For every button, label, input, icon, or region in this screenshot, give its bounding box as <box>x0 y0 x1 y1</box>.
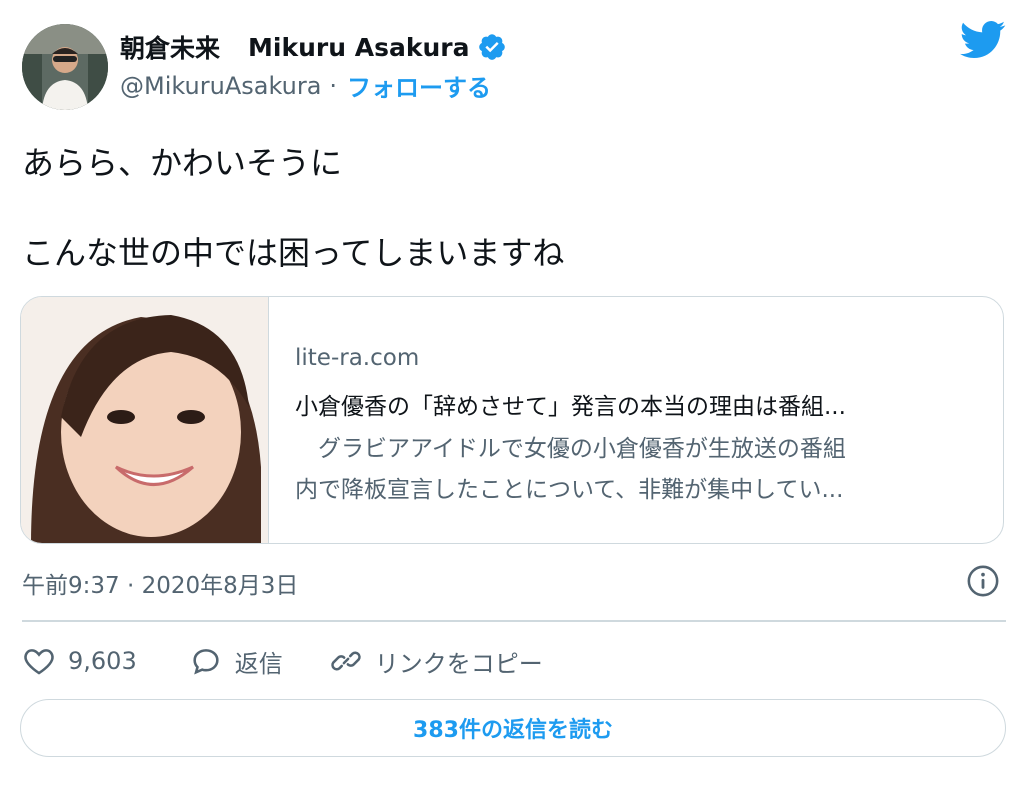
handle-row: @MikuruAsakura · フォローする <box>120 68 491 103</box>
card-thumbnail-photo <box>21 297 268 543</box>
handle[interactable]: @MikuruAsakura <box>120 72 321 100</box>
display-name-jp[interactable]: 朝倉未来 <box>120 29 220 65</box>
copy-link-button[interactable]: リンクをコピー <box>329 644 543 679</box>
like-count: 9,603 <box>68 647 137 675</box>
link-preview-card[interactable]: lite-ra.com 小倉優香の「辞めさせて」発言の本当の理由は番組... グ… <box>20 296 1004 544</box>
verified-badge-icon <box>479 34 506 60</box>
tweet-text-line-1: あらら、かわいそうに <box>22 144 343 182</box>
reply-button[interactable]: 返信 <box>189 644 283 679</box>
tweet-actions: 9,603 返信 リンクをコピー <box>22 642 543 680</box>
divider <box>22 620 1006 622</box>
follow-button[interactable]: フォローする <box>347 68 491 103</box>
card-domain: lite-ra.com <box>295 345 420 371</box>
reply-bubble-icon <box>193 649 219 675</box>
tweet-text-line-2: こんな世の中では困ってしまいますね <box>22 234 565 272</box>
separator: · <box>329 71 338 100</box>
reply-label: 返信 <box>234 649 283 678</box>
avatar[interactable] <box>22 24 108 110</box>
display-name-en[interactable]: Mikuru Asakura <box>248 33 469 62</box>
link-icon <box>331 651 361 671</box>
tweet-timestamp[interactable]: 午前9:37 · 2020年8月3日 <box>22 566 298 600</box>
card-description-line-1: グラビアアイドルで女優の小倉優香が生放送の番組 <box>295 436 846 462</box>
card-thumbnail <box>21 297 269 543</box>
copy-link-label: リンクをコピー <box>374 649 543 678</box>
card-description: グラビアアイドルで女優の小倉優香が生放送の番組 内で降板宣言したことについて、非… <box>295 429 995 511</box>
read-replies-button[interactable]: 383件の返信を読む <box>20 699 1006 757</box>
heart-icon <box>24 649 54 675</box>
author-name-row[interactable]: 朝倉未来 Mikuru Asakura <box>120 29 507 65</box>
avatar-photo <box>22 24 108 110</box>
card-description-line-2: 内で降板宣言したことについて、非難が集中してい... <box>295 477 844 503</box>
like-button[interactable]: 9,603 <box>22 644 137 678</box>
card-title: 小倉優香の「辞めさせて」発言の本当の理由は番組... <box>295 394 846 420</box>
info-icon[interactable] <box>966 564 1000 598</box>
twitter-bird-icon[interactable] <box>960 20 1006 60</box>
